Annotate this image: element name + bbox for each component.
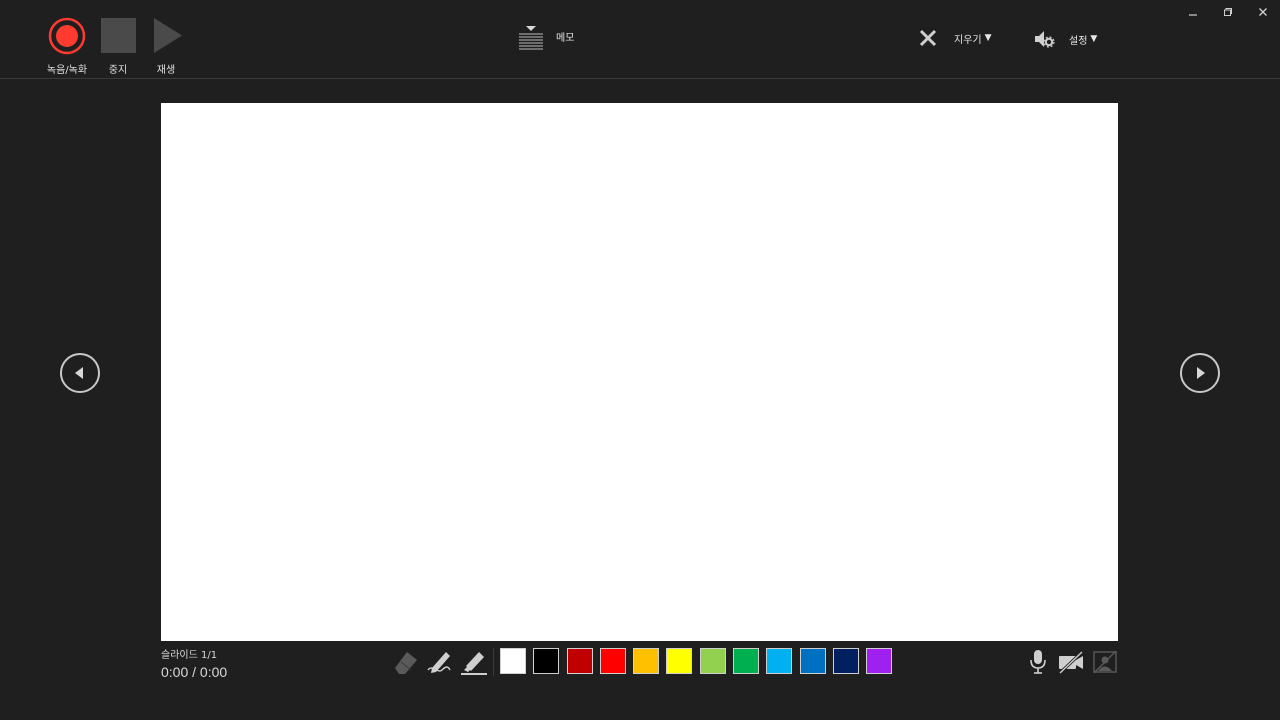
minimize-icon (1189, 14, 1197, 16)
ink-color-swatch[interactable] (533, 648, 560, 674)
play-icon (154, 18, 182, 53)
ink-color-palette (500, 648, 900, 674)
time-readout: 0:00 / 0:00 (161, 664, 228, 680)
ink-color-swatch[interactable] (799, 648, 826, 674)
restore-button[interactable] (1215, 2, 1241, 22)
camera-preview-off-icon (1093, 650, 1117, 674)
ink-divider (493, 648, 494, 676)
eraser-button[interactable] (392, 648, 420, 676)
settings-label: 설정 (1069, 35, 1088, 47)
ink-color-swatch[interactable] (633, 648, 660, 674)
ink-color-swatch[interactable] (599, 648, 626, 674)
previous-slide-button[interactable] (60, 353, 100, 393)
ink-color-swatch[interactable] (666, 648, 693, 674)
chevron-down-icon: ▼ (984, 33, 992, 43)
restore-icon (1224, 8, 1232, 16)
settings-icon (1035, 31, 1055, 48)
slide-canvas[interactable] (161, 103, 1118, 641)
arrow-right-icon (1197, 367, 1205, 379)
camera-off-icon (1058, 650, 1084, 675)
stop-icon (101, 18, 136, 53)
notes-icon (519, 26, 543, 50)
ink-color-swatch[interactable] (733, 648, 760, 674)
ink-color-swatch[interactable] (699, 648, 726, 674)
highlighter-button[interactable] (460, 648, 488, 676)
recording-window: 녹음/녹화 중지 재생 메모 지우기 ▼ 설정 ▼ 슬라이드 1/1 0:00 … (0, 0, 1280, 720)
pen-icon (427, 652, 451, 673)
microphone-button[interactable] (1024, 648, 1052, 676)
arrow-left-icon (75, 367, 83, 379)
next-slide-button[interactable] (1180, 353, 1220, 393)
camera-preview-off-button[interactable] (1091, 648, 1119, 676)
close-icon (1259, 8, 1267, 16)
ink-color-swatch[interactable] (832, 648, 859, 674)
stop-button[interactable]: 중지 (98, 17, 138, 76)
play-button[interactable]: 재생 (146, 17, 186, 76)
toolbar-divider (0, 78, 1280, 79)
pen-button[interactable] (426, 648, 454, 676)
microphone-icon (1030, 650, 1046, 674)
close-button[interactable] (1250, 2, 1276, 22)
record-label: 녹음/녹화 (46, 65, 88, 76)
ink-color-swatch[interactable] (500, 648, 526, 674)
settings-button[interactable]: 설정 ▼ (1033, 28, 1097, 50)
clear-button[interactable]: 지우기 ▼ (918, 28, 992, 48)
clear-label: 지우기 (954, 34, 982, 46)
eraser-icon (395, 652, 417, 674)
ink-color-swatch[interactable] (766, 648, 793, 674)
clear-x-icon (919, 29, 937, 47)
slide-counter: 슬라이드 1/1 (161, 650, 218, 661)
play-label: 재생 (156, 65, 176, 76)
record-button[interactable]: 녹음/녹화 (42, 17, 92, 76)
ink-color-swatch[interactable] (866, 648, 893, 674)
minimize-button[interactable] (1180, 2, 1206, 22)
chevron-down-icon: ▼ (1090, 34, 1098, 44)
stop-label: 중지 (108, 65, 128, 76)
highlighter-icon (461, 652, 487, 675)
notes-label: 메모 (556, 32, 575, 44)
camera-off-button[interactable] (1057, 648, 1085, 676)
ink-color-swatch[interactable] (566, 648, 593, 674)
notes-button[interactable]: 메모 (518, 25, 574, 51)
record-icon (48, 17, 86, 55)
